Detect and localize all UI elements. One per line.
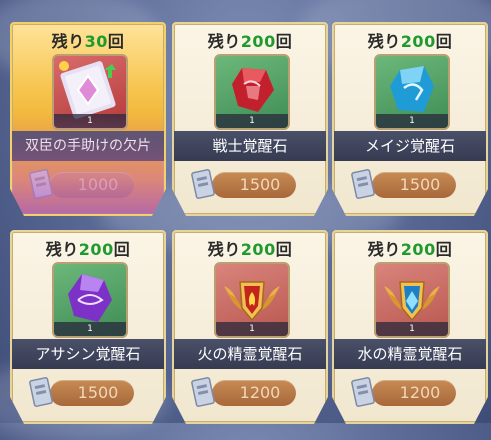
shop-item-card[interactable]: 残り200回 1 アサシン覚醒石 1500 bbox=[10, 230, 166, 424]
item-name: 双臣の手助けの欠片 bbox=[12, 131, 164, 161]
item-name: メイジ覚醒石 bbox=[334, 131, 486, 161]
item-name: 戦士覚醒石 bbox=[174, 131, 326, 161]
shop-item-card[interactable]: 残り200回 1 戦士覚醒石 1500 bbox=[172, 22, 328, 216]
ticket-icon bbox=[29, 377, 53, 407]
remaining-count: 残り200回 bbox=[367, 240, 453, 259]
item-name: 水の精霊覚醒石 bbox=[334, 339, 486, 369]
price-value: 1200 bbox=[399, 383, 441, 402]
price-value: 1500 bbox=[399, 175, 441, 194]
price-value: 1000 bbox=[77, 175, 119, 194]
fire-spirit-emblem-icon: 1 bbox=[214, 262, 290, 338]
item-quantity: 1 bbox=[216, 114, 288, 128]
shop-item-card[interactable]: 残り200回 1 火の精霊覚醒石 1200 bbox=[172, 230, 328, 424]
remaining-count: 残り30回 bbox=[51, 32, 125, 51]
shop-item-card[interactable]: 残り200回 1 水の精霊覚醒石 1200 bbox=[332, 230, 488, 424]
price-button[interactable]: 1200 bbox=[191, 377, 296, 407]
item-name: アサシン覚醒石 bbox=[12, 339, 164, 369]
item-quantity: 1 bbox=[54, 322, 126, 336]
ticket-icon bbox=[191, 377, 215, 407]
item-quantity: 1 bbox=[376, 322, 448, 336]
water-spirit-emblem-icon: 1 bbox=[374, 262, 450, 338]
price-value: 1500 bbox=[77, 383, 119, 402]
price-button[interactable]: 1000 bbox=[29, 169, 134, 199]
scroll-shard-icon: 1 bbox=[52, 54, 128, 130]
price-button[interactable]: 1500 bbox=[351, 169, 456, 199]
remaining-count: 残り200回 bbox=[207, 32, 293, 51]
purple-crystal-icon: 1 bbox=[52, 262, 128, 338]
ticket-icon bbox=[29, 169, 53, 199]
ticket-icon bbox=[351, 377, 375, 407]
shop-item-card[interactable]: 残り200回 1 メイジ覚醒石 1500 bbox=[332, 22, 488, 216]
price-button[interactable]: 1500 bbox=[29, 377, 134, 407]
price-button[interactable]: 1500 bbox=[191, 169, 296, 199]
remaining-count: 残り200回 bbox=[45, 240, 131, 259]
remaining-count: 残り200回 bbox=[367, 32, 453, 51]
item-quantity: 1 bbox=[376, 114, 448, 128]
shop-item-card[interactable]: 残り30回 1 双臣の手助けの欠片 1000 bbox=[10, 22, 166, 216]
remaining-count: 残り200回 bbox=[207, 240, 293, 259]
price-value: 1500 bbox=[239, 175, 281, 194]
blue-crystal-icon: 1 bbox=[374, 54, 450, 130]
ticket-icon bbox=[191, 169, 215, 199]
price-value: 1200 bbox=[239, 383, 281, 402]
ticket-icon bbox=[351, 169, 375, 199]
red-crystal-icon: 1 bbox=[214, 54, 290, 130]
item-quantity: 1 bbox=[54, 114, 126, 128]
item-name: 火の精霊覚醒石 bbox=[174, 339, 326, 369]
item-quantity: 1 bbox=[216, 322, 288, 336]
price-button[interactable]: 1200 bbox=[351, 377, 456, 407]
